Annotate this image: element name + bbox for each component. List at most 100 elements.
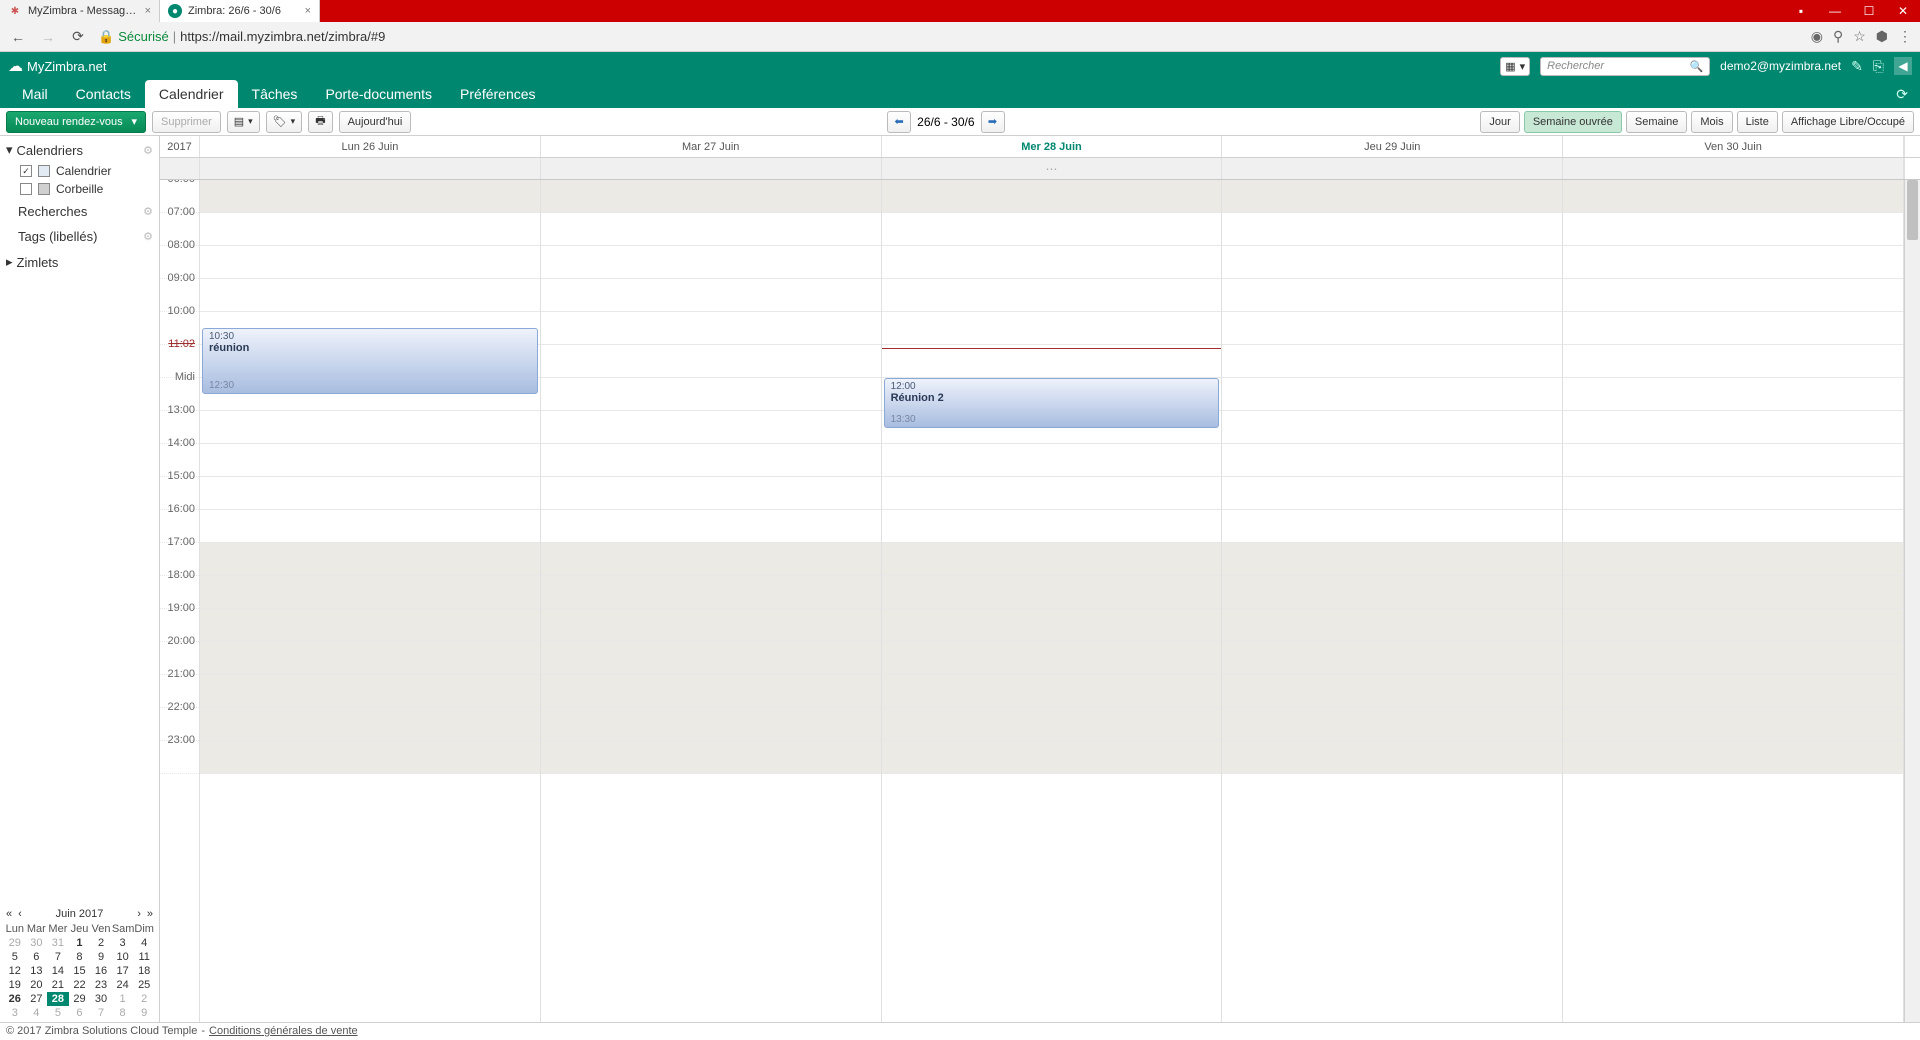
minical-day[interactable]: 23 (90, 978, 112, 992)
minical-day[interactable]: 6 (69, 1006, 91, 1020)
minical-day[interactable]: 10 (112, 950, 134, 964)
scrollbar-thumb[interactable] (1907, 180, 1918, 240)
calendar-event[interactable]: 12:00Réunion 213:30 (884, 378, 1220, 428)
move-button[interactable]: ▤▾ (227, 111, 260, 133)
minical-day[interactable]: 31 (47, 936, 69, 950)
logout-icon[interactable]: ⎘ (1873, 58, 1884, 75)
print-button[interactable]: 🖶 (308, 111, 332, 133)
minical-day[interactable]: 24 (112, 978, 134, 992)
delete-button[interactable]: Supprimer (152, 111, 221, 133)
minical-day[interactable]: 22 (69, 978, 91, 992)
gear-icon[interactable]: ⚙ (143, 230, 153, 243)
minical-day[interactable]: 27 (26, 992, 48, 1006)
tab-preferences[interactable]: Préférences (446, 80, 549, 108)
minical-day[interactable]: 6 (26, 950, 48, 964)
minical-day[interactable]: 8 (112, 1006, 134, 1020)
next-range-button[interactable]: ➡ (981, 111, 1005, 133)
reload-button[interactable]: ⟳ (68, 28, 88, 45)
minical-prev-month[interactable]: ‹ (16, 908, 24, 920)
minimize-icon[interactable]: — (1818, 0, 1852, 22)
minical-day[interactable]: 1 (69, 936, 91, 950)
day-header[interactable]: Jeu 29 Juin (1222, 136, 1563, 157)
minical-day[interactable]: 19 (4, 978, 26, 992)
sidebar-item-trash[interactable]: Corbeille (0, 180, 159, 198)
minical-day[interactable]: 16 (90, 964, 112, 978)
minical-day[interactable]: 15 (69, 964, 91, 978)
minical-day[interactable]: 4 (133, 936, 155, 950)
minical-day[interactable]: 11 (133, 950, 155, 964)
brand-logo[interactable]: ☁ MyZimbra.net (8, 57, 106, 75)
day-header[interactable]: Mer 28 Juin (882, 136, 1223, 157)
minical-day[interactable]: 29 (69, 992, 91, 1006)
minical-day[interactable]: 30 (90, 992, 112, 1006)
browser-tab[interactable]: ✱ MyZimbra - Messagerie × (0, 0, 160, 22)
refresh-icon[interactable]: ⟳ (1896, 86, 1908, 103)
tab-tasks[interactable]: Tâches (238, 80, 312, 108)
maximize-icon[interactable]: ☐ (1852, 0, 1886, 22)
view-list-button[interactable]: Liste (1737, 111, 1778, 133)
tab-contacts[interactable]: Contacts (62, 80, 145, 108)
minical-day[interactable]: 7 (90, 1006, 112, 1020)
compose-icon[interactable]: ✎ (1851, 58, 1863, 75)
browser-tab[interactable]: ● Zimbra: 26/6 - 30/6 × (160, 0, 320, 22)
day-column[interactable] (541, 180, 882, 1022)
minical-day[interactable]: 4 (26, 1006, 48, 1020)
minical-day[interactable]: 20 (26, 978, 48, 992)
day-column[interactable] (1222, 180, 1563, 1022)
minical-day[interactable]: 29 (4, 936, 26, 950)
minical-day[interactable]: 26 (4, 992, 26, 1006)
minical-next-month[interactable]: › (135, 908, 143, 920)
tab-calendar[interactable]: Calendrier (145, 80, 238, 108)
minical-day[interactable]: 21 (47, 978, 69, 992)
minical-day[interactable]: 7 (47, 950, 69, 964)
minical-day[interactable]: 30 (26, 936, 48, 950)
day-column[interactable]: 10:30réunion12:30 (200, 180, 541, 1022)
gear-icon[interactable]: ⚙ (143, 205, 153, 218)
minical-day[interactable]: 8 (69, 950, 91, 964)
collapse-panel-icon[interactable]: ◀ (1894, 57, 1912, 75)
day-header[interactable]: Mar 27 Juin (541, 136, 882, 157)
minical-next-year[interactable]: » (145, 908, 155, 920)
forward-button[interactable]: → (38, 29, 58, 45)
extension-icon[interactable]: ⬢ (1876, 28, 1888, 45)
star-icon[interactable]: ☆ (1853, 28, 1866, 45)
user-icon[interactable]: ▪ (1784, 0, 1818, 22)
close-icon[interactable]: × (305, 5, 311, 17)
grip-icon[interactable]: ⋯ (882, 158, 1222, 179)
view-week-button[interactable]: Semaine (1626, 111, 1687, 133)
today-button[interactable]: Aujourd'hui (339, 111, 412, 133)
view-freebusy-button[interactable]: Affichage Libre/Occupé (1782, 111, 1914, 133)
search-input[interactable]: Rechercher 🔍 (1540, 57, 1710, 76)
minical-day[interactable]: 5 (4, 950, 26, 964)
view-workweek-button[interactable]: Semaine ouvrée (1524, 111, 1622, 133)
day-column[interactable] (1563, 180, 1904, 1022)
prev-range-button[interactable]: ⬅ (887, 111, 911, 133)
user-label[interactable]: demo2@myzimbra.net (1720, 59, 1841, 73)
search-scope-select[interactable]: ▦ ▾ (1500, 57, 1530, 76)
new-appointment-button[interactable]: Nouveau rendez-vous ▾ (6, 111, 146, 133)
minical-day[interactable]: 18 (133, 964, 155, 978)
close-window-icon[interactable]: ✕ (1886, 0, 1920, 22)
minical-day[interactable]: 3 (4, 1006, 26, 1020)
tag-button[interactable]: 🏷▾ (266, 111, 303, 133)
day-column[interactable]: 12:00Réunion 213:30 (882, 180, 1223, 1022)
gear-icon[interactable]: ⚙ (143, 144, 153, 157)
sidebar-item-calendar[interactable]: ✓ Calendrier (0, 162, 159, 180)
view-day-button[interactable]: Jour (1480, 111, 1519, 133)
sidebar-searches-head[interactable]: Recherches ⚙ (0, 198, 159, 223)
minical-day[interactable]: 1 (112, 992, 134, 1006)
footer-link[interactable]: Conditions générales de vente (209, 1025, 358, 1038)
day-header[interactable]: Ven 30 Juin (1563, 136, 1904, 157)
day-header[interactable]: Lun 26 Juin (200, 136, 541, 157)
minical-day[interactable]: 9 (133, 1006, 155, 1020)
minical-day[interactable]: 9 (90, 950, 112, 964)
minical-day[interactable]: 14 (47, 964, 69, 978)
minical-day[interactable]: 3 (112, 936, 134, 950)
view-month-button[interactable]: Mois (1691, 111, 1732, 133)
minical-day[interactable]: 28 (47, 992, 69, 1006)
key-icon[interactable]: ⚲ (1833, 28, 1843, 45)
minical-day[interactable]: 17 (112, 964, 134, 978)
sidebar-zimlets-head[interactable]: ▸ Zimlets (0, 248, 159, 274)
checkbox[interactable] (20, 183, 32, 195)
minical-day[interactable]: 25 (133, 978, 155, 992)
